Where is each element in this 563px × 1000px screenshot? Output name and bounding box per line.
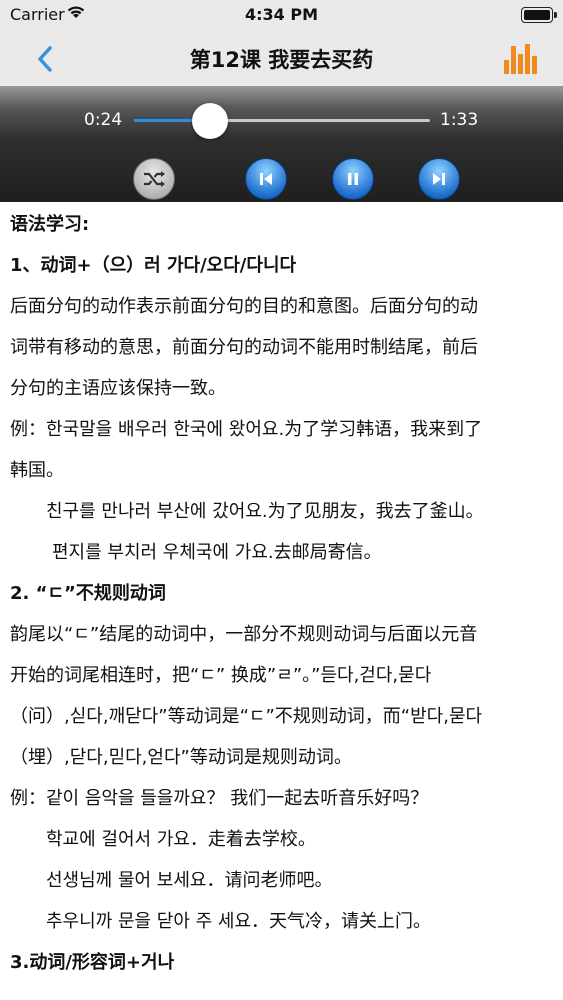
- pause-button[interactable]: [332, 158, 374, 200]
- text-line: 后面分句的动作表示前面分句的目的和意图。后面分句的动: [10, 296, 478, 317]
- previous-button[interactable]: [245, 158, 287, 200]
- lesson-content: 语法学习: 1、动词+（으）러 가다/오다/다니다 后面分句的动作表示前面分句的…: [10, 204, 555, 983]
- previous-icon: [260, 173, 272, 185]
- text-line: （问）,싣다,깨닫다”等动词是“ㄷ”不规则动词，而“받다,묻다: [10, 706, 483, 727]
- section3-title: 3.动词/形容词+거나: [10, 952, 175, 973]
- stats-button[interactable]: [503, 42, 539, 76]
- text-line: 词带有移动的意思，前面分句的动词不能用时制结尾，前后: [10, 337, 478, 358]
- next-icon: [433, 173, 445, 185]
- shuffle-button[interactable]: [133, 158, 175, 200]
- example-line: 친구를 만나러 부산에 갔어요.为了见朋友，我去了釜山。: [46, 501, 484, 522]
- bar-chart-icon: [504, 44, 537, 74]
- text-line: 韵尾以“ㄷ”结尾的动词中，一部分不规则动词与后面以元音: [10, 624, 478, 645]
- status-bar: Carrier 4:34 PM: [0, 0, 563, 30]
- example-line: 선생님께 물어 보세요．请问老师吧。: [46, 870, 333, 891]
- example-line: 학교에 걸어서 가요．走着去学校。: [46, 829, 316, 850]
- section2-title: 2. “ㄷ”不规则动词: [10, 583, 166, 604]
- example-line: 편지를 부치러 우체국에 가요.去邮局寄信。: [52, 542, 382, 563]
- example-line: 例：한국말을 배우러 한국에 왔어요.为了学习韩语，我来到了: [10, 419, 483, 440]
- page-title: 第12课 我要去买药: [189, 48, 374, 72]
- progress-slider[interactable]: [134, 103, 430, 139]
- example-line: 例：같이 음악을 들을까요？ 我们一起去听音乐好吗？: [10, 788, 429, 809]
- shuffle-icon: [144, 171, 165, 187]
- pause-icon: [348, 173, 358, 185]
- total-time: 1:33: [440, 110, 479, 130]
- next-button[interactable]: [418, 158, 460, 200]
- progress-thumb[interactable]: [192, 103, 229, 139]
- text-line: 开始的词尾相连时，把“ㄷ” 换成”ㄹ”。”듣다,걷다,묻다: [10, 665, 432, 686]
- example-line: 추우니까 문을 닫아 주 세요．天气冷，请关上门。: [46, 911, 432, 932]
- status-time: 4:34 PM: [244, 5, 318, 24]
- section1-title: 1、动词+（으）러 가다/오다/다니다: [10, 255, 297, 276]
- battery-icon: [521, 7, 557, 23]
- current-time: 0:24: [84, 110, 123, 130]
- text-line: 分句的主语应该保持一致。: [10, 378, 226, 399]
- audio-player: 0:24 1:33: [0, 86, 563, 202]
- grammar-heading: 语法学习:: [10, 214, 90, 235]
- navigation-bar: 第12课 我要去买药: [0, 30, 563, 86]
- text-line: （埋）,닫다,믿다,얻다”等动词是规则动词。: [10, 747, 352, 768]
- example-line: 韩国。: [10, 460, 64, 481]
